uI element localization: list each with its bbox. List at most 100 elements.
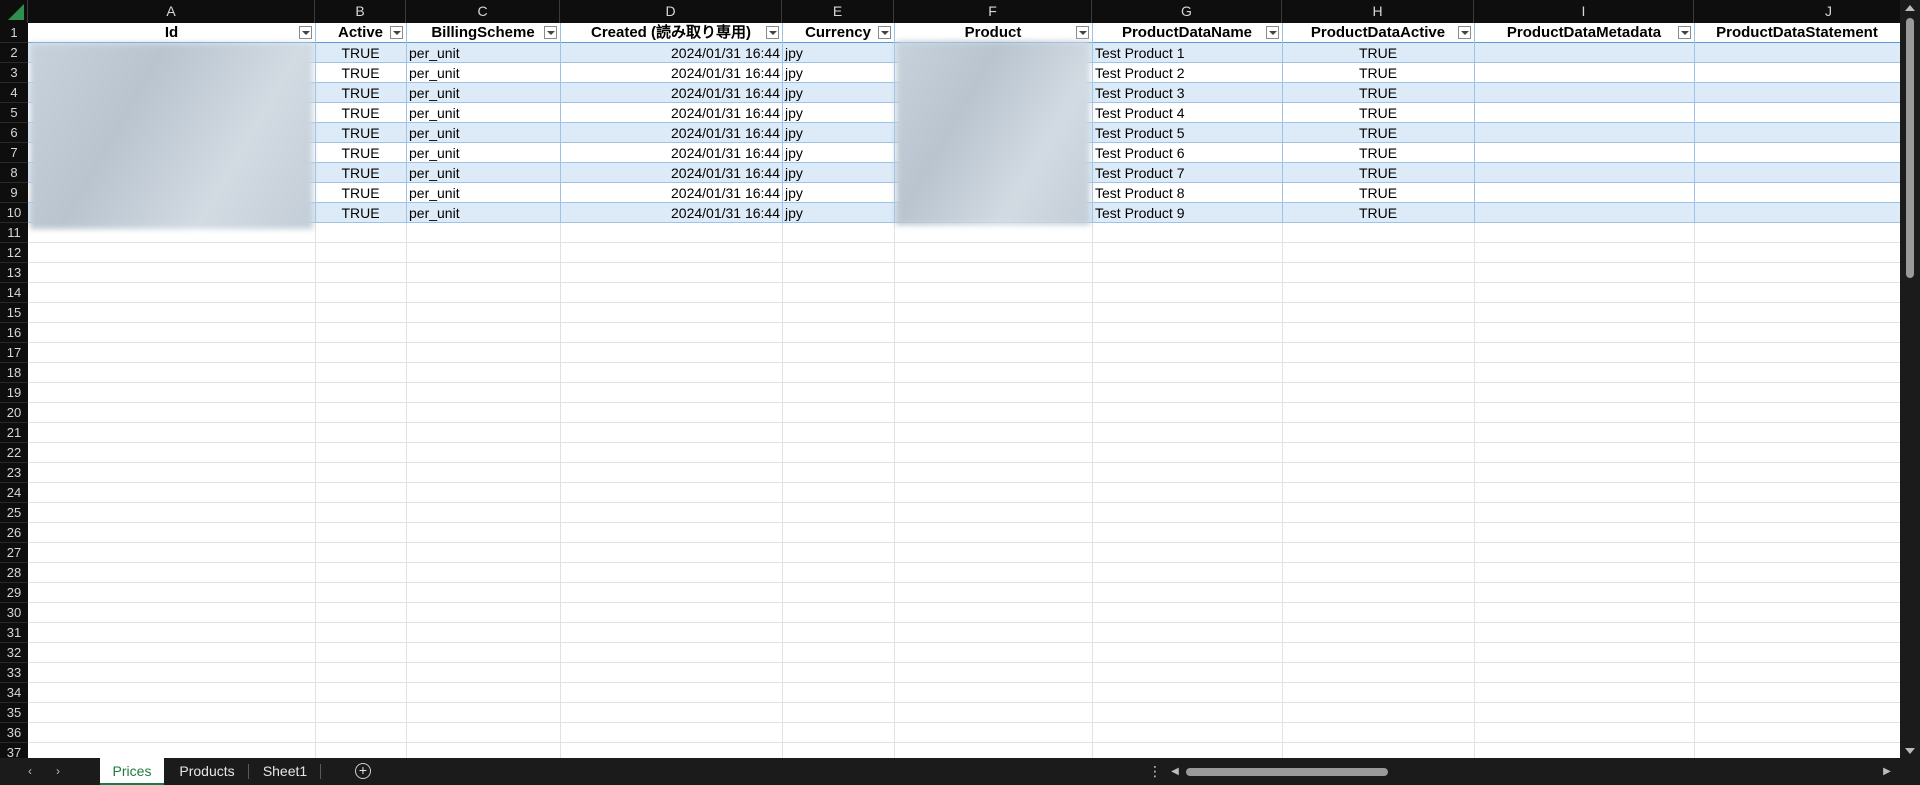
cell-billing-scheme[interactable]: per_unit [406,163,560,183]
cell-product-data-active[interactable]: TRUE [1282,43,1474,63]
cell-currency[interactable]: jpy [782,63,894,83]
vertical-scroll-thumb[interactable] [1906,18,1914,278]
more-options-icon[interactable]: ⋮ [1148,758,1162,785]
cell-product-data-name[interactable]: Test Product 4 [1092,103,1282,123]
cell-product-data-name[interactable]: Test Product 7 [1092,163,1282,183]
row-header[interactable]: 31 [0,623,28,643]
filter-dropdown-icon[interactable] [1458,26,1471,39]
row-header[interactable]: 29 [0,583,28,603]
header-product-data-statement[interactable]: ProductDataStatement [1694,23,1900,43]
tab-next-icon[interactable]: › [48,758,68,785]
filter-dropdown-icon[interactable] [878,26,891,39]
row-header[interactable]: 28 [0,563,28,583]
header-product-data-name[interactable]: ProductDataName [1092,23,1282,43]
cell-product-data-name[interactable]: Test Product 3 [1092,83,1282,103]
column-header-j[interactable]: J [1694,0,1920,23]
row-header[interactable]: 20 [0,403,28,423]
cell-billing-scheme[interactable]: per_unit [406,83,560,103]
row-header[interactable]: 4 [0,83,28,103]
row-header[interactable]: 21 [0,423,28,443]
tab-prices[interactable]: Prices [100,758,164,785]
cell-created[interactable]: 2024/01/31 16:44 [560,143,782,163]
cell-active[interactable]: TRUE [315,123,406,143]
cell-product-data-name[interactable]: Test Product 9 [1092,203,1282,223]
filter-dropdown-icon[interactable] [1076,26,1089,39]
row-header[interactable]: 19 [0,383,28,403]
column-header-a[interactable]: A [28,0,315,23]
filter-dropdown-icon[interactable] [1266,26,1279,39]
horizontal-scroll-thumb[interactable] [1186,768,1388,776]
cell-product-data-name[interactable]: Test Product 6 [1092,143,1282,163]
cell-active[interactable]: TRUE [315,43,406,63]
row-header[interactable]: 15 [0,303,28,323]
cell-product-data-active[interactable]: TRUE [1282,123,1474,143]
add-sheet-icon[interactable]: + [355,763,371,779]
filter-dropdown-icon[interactable] [390,26,403,39]
row-header[interactable]: 26 [0,523,28,543]
column-header-i[interactable]: I [1474,0,1694,23]
cell-active[interactable]: TRUE [315,183,406,203]
column-header-d[interactable]: D [560,0,782,23]
row-header[interactable]: 17 [0,343,28,363]
filter-dropdown-icon[interactable] [299,26,312,39]
cell-product-data-active[interactable]: TRUE [1282,183,1474,203]
cell-active[interactable]: TRUE [315,203,406,223]
column-header-b[interactable]: B [315,0,406,23]
row-header[interactable]: 32 [0,643,28,663]
row-header[interactable]: 8 [0,163,28,183]
header-id[interactable]: Id [28,23,315,43]
row-header[interactable]: 12 [0,243,28,263]
row-header[interactable]: 7 [0,143,28,163]
cell-product-data-active[interactable]: TRUE [1282,63,1474,83]
tab-prev-icon[interactable]: ‹ [20,758,40,785]
scroll-up-icon[interactable] [1905,5,1915,11]
row-header[interactable]: 34 [0,683,28,703]
cell-currency[interactable]: jpy [782,143,894,163]
row-header[interactable]: 27 [0,543,28,563]
cell-billing-scheme[interactable]: per_unit [406,123,560,143]
cell-product-data-active[interactable]: TRUE [1282,143,1474,163]
cell-product-data-active[interactable]: TRUE [1282,83,1474,103]
filter-dropdown-icon[interactable] [1678,26,1691,39]
vertical-scrollbar[interactable] [1900,0,1920,758]
cell-product-data-active[interactable]: TRUE [1282,103,1474,123]
cell-billing-scheme[interactable]: per_unit [406,43,560,63]
cell-billing-scheme[interactable]: per_unit [406,183,560,203]
cell-created[interactable]: 2024/01/31 16:44 [560,63,782,83]
row-header[interactable]: 5 [0,103,28,123]
cell-product-data-active[interactable]: TRUE [1282,203,1474,223]
tab-sheet1[interactable]: Sheet1 [252,758,318,785]
cell-currency[interactable]: jpy [782,123,894,143]
row-header[interactable]: 18 [0,363,28,383]
row-header[interactable]: 16 [0,323,28,343]
cell-product-data-name[interactable]: Test Product 1 [1092,43,1282,63]
cell-active[interactable]: TRUE [315,163,406,183]
row-header[interactable]: 9 [0,183,28,203]
cell-billing-scheme[interactable]: per_unit [406,63,560,83]
cell-billing-scheme[interactable]: per_unit [406,203,560,223]
row-header[interactable]: 13 [0,263,28,283]
select-all-corner[interactable] [0,0,28,23]
row-header[interactable]: 35 [0,703,28,723]
row-header[interactable]: 30 [0,603,28,623]
cell-product-data-name[interactable]: Test Product 8 [1092,183,1282,203]
column-header-e[interactable]: E [782,0,894,23]
cell-product-data-name[interactable]: Test Product 5 [1092,123,1282,143]
cell-active[interactable]: TRUE [315,63,406,83]
row-header[interactable]: 37 [0,743,28,758]
cell-billing-scheme[interactable]: per_unit [406,103,560,123]
row-header[interactable]: 25 [0,503,28,523]
cell-currency[interactable]: jpy [782,183,894,203]
cell-created[interactable]: 2024/01/31 16:44 [560,123,782,143]
row-header[interactable]: 11 [0,223,28,243]
row-header[interactable]: 2 [0,43,28,63]
header-created[interactable]: Created (読み取り専用) [560,23,782,43]
row-header[interactable]: 1 [0,23,28,43]
cell-currency[interactable]: jpy [782,43,894,63]
cell-billing-scheme[interactable]: per_unit [406,143,560,163]
cell-created[interactable]: 2024/01/31 16:44 [560,183,782,203]
cell-created[interactable]: 2024/01/31 16:44 [560,83,782,103]
row-header[interactable]: 6 [0,123,28,143]
cell-currency[interactable]: jpy [782,163,894,183]
cell-currency[interactable]: jpy [782,103,894,123]
